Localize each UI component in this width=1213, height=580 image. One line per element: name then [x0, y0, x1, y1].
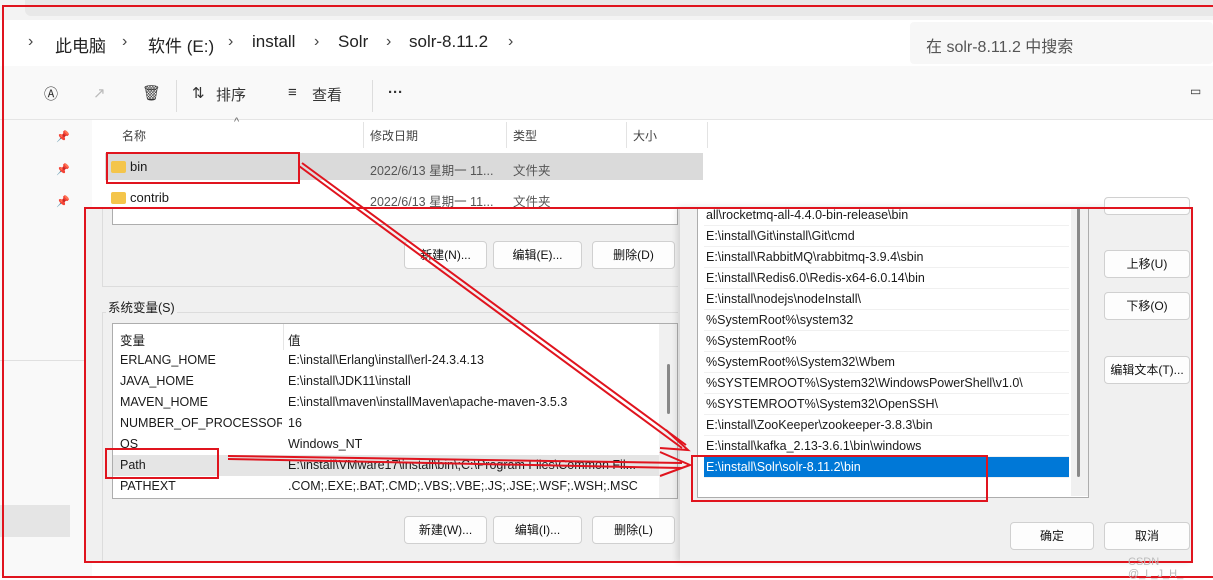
arrow-line	[227, 455, 683, 469]
watermark: CSDN @_L_J_H_	[1128, 556, 1184, 580]
arrowhead	[659, 451, 693, 477]
arrowhead	[659, 429, 691, 452]
annotation-arrows	[227, 162, 693, 477]
arrow-line	[298, 162, 687, 449]
